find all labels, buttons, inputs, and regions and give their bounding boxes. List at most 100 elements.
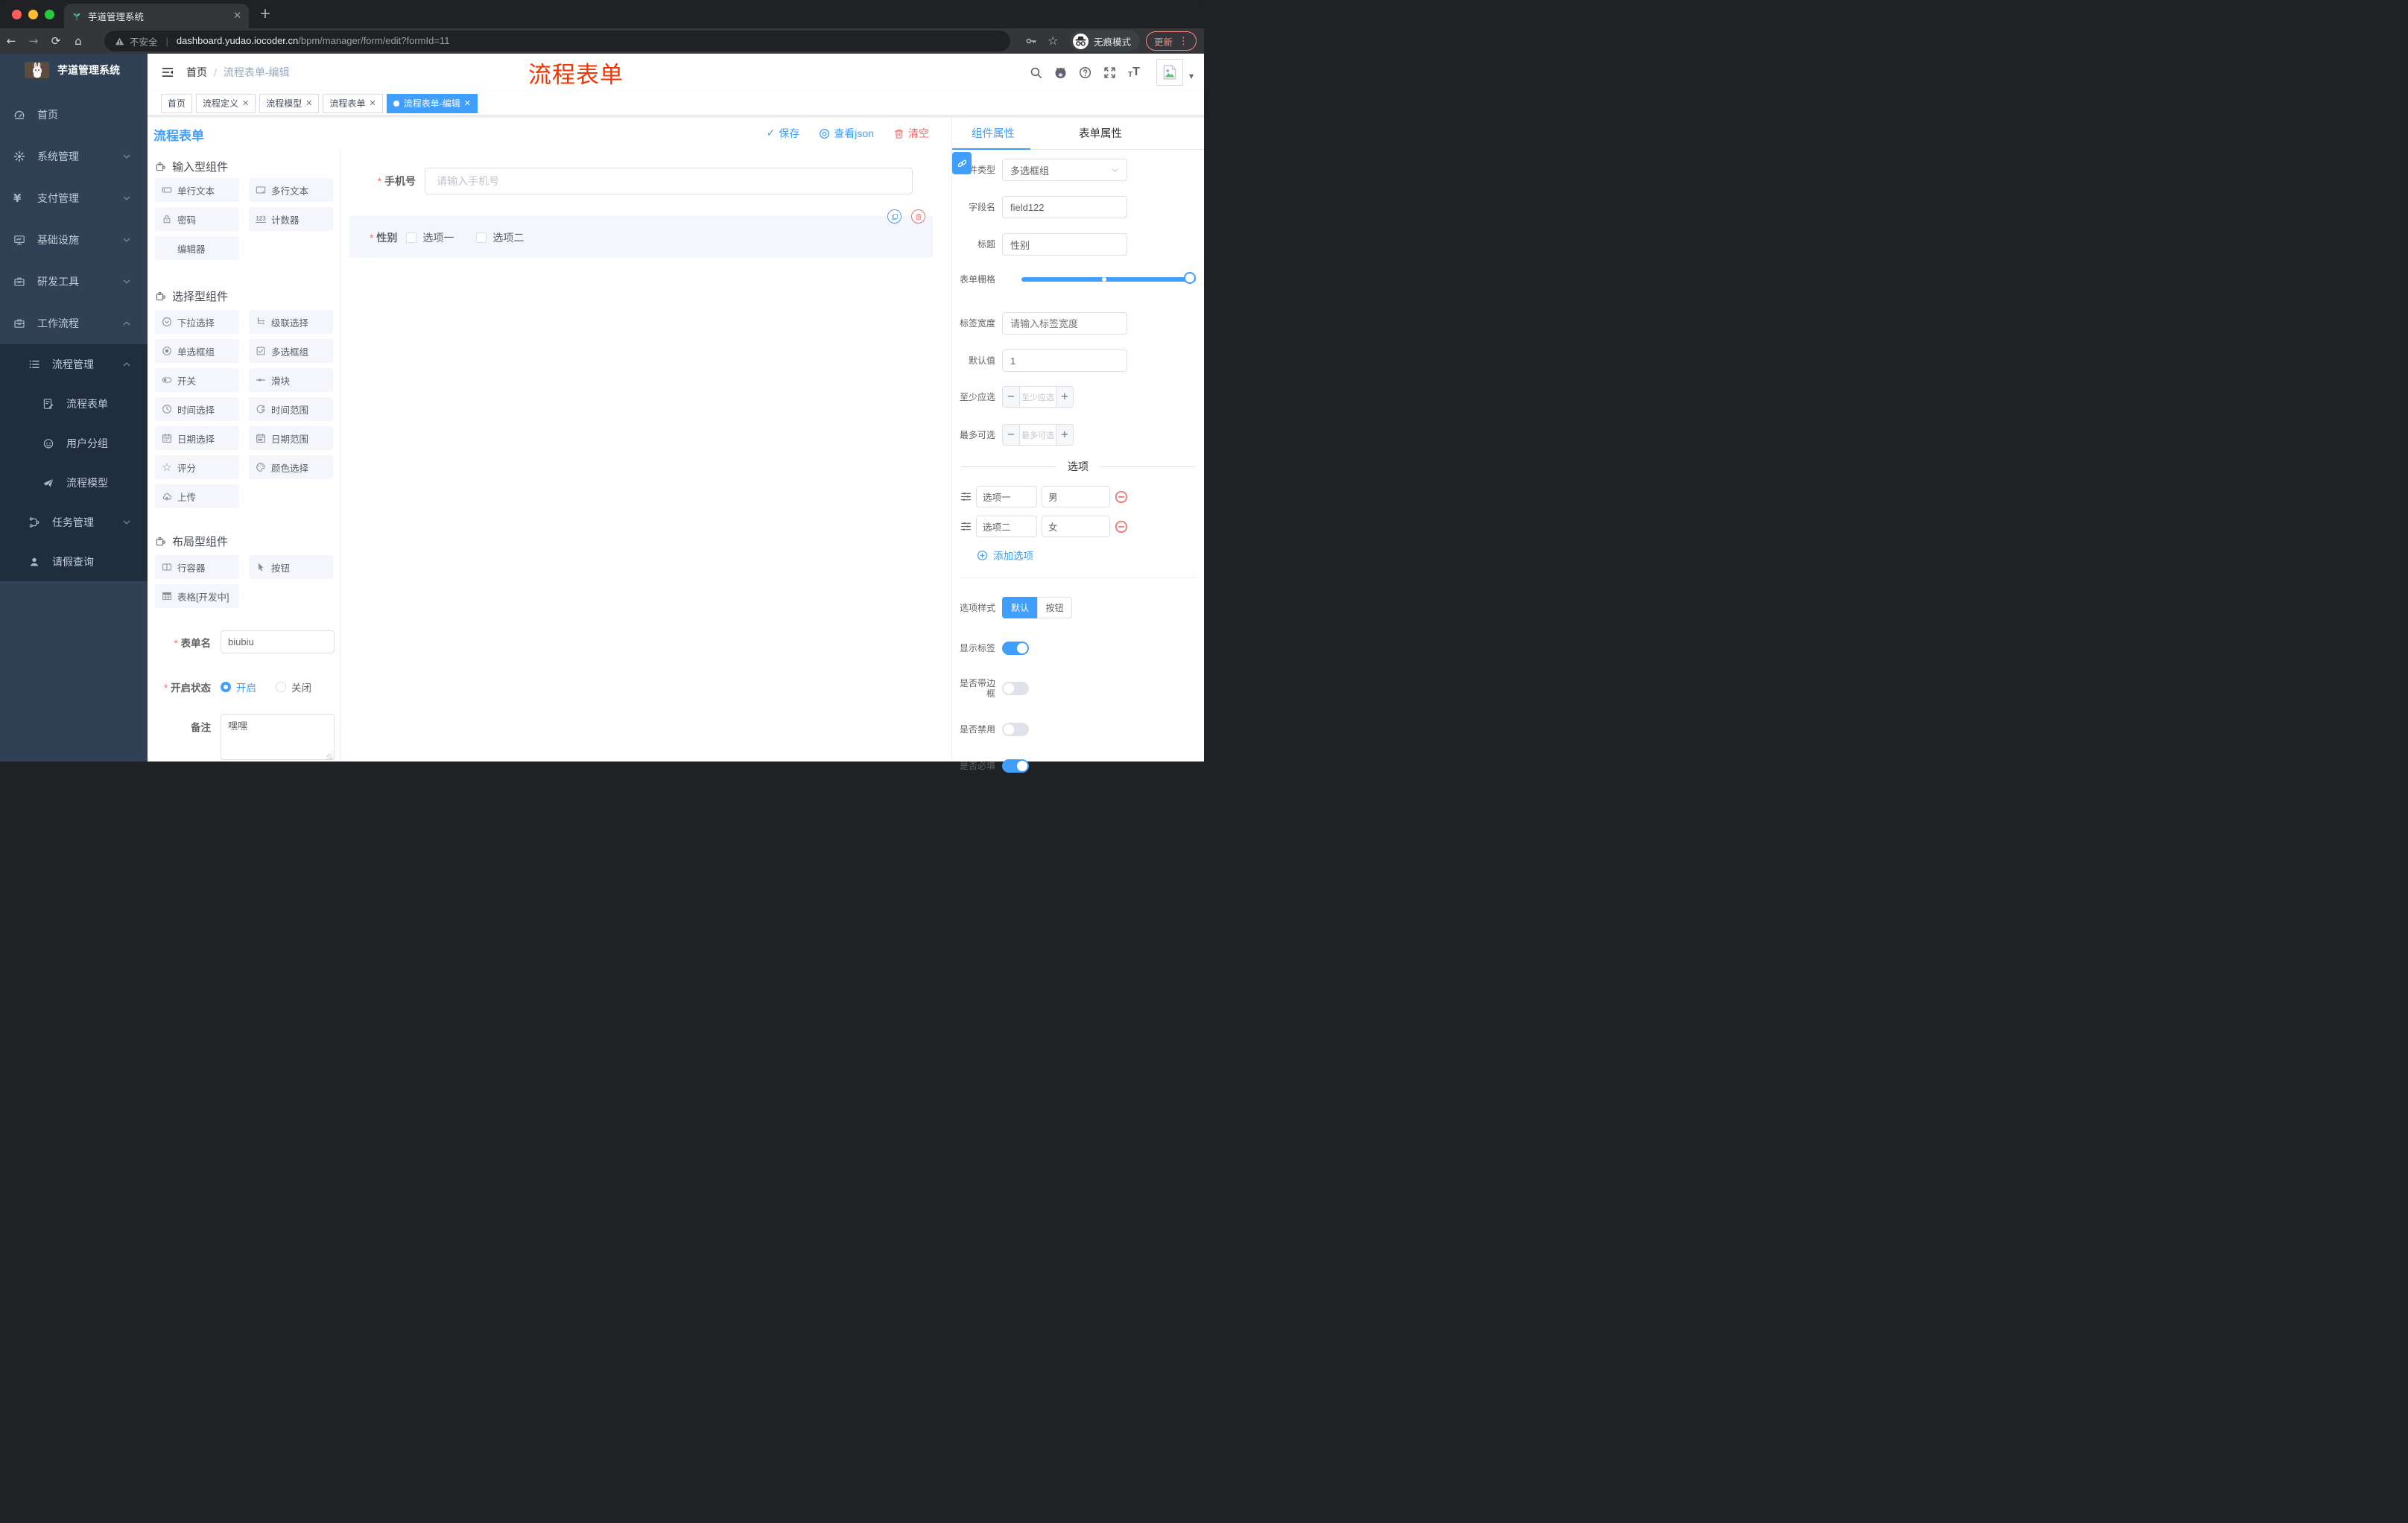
hamburger-icon[interactable]: [161, 66, 174, 78]
tag-close-icon[interactable]: ✕: [242, 99, 249, 107]
component-item[interactable]: 开关: [155, 368, 239, 392]
gender-option-1[interactable]: 选项一: [406, 230, 454, 245]
delete-widget-button[interactable]: [911, 209, 925, 224]
sidebar-item[interactable]: 首页: [0, 94, 148, 136]
sidebar-item[interactable]: 请假查询: [0, 542, 148, 581]
tab-tag[interactable]: 流程表单-编辑 ✕: [386, 93, 478, 113]
component-item[interactable]: 时间范围: [249, 397, 333, 421]
stepper-minus-button[interactable]: −: [1003, 425, 1020, 445]
toggle-switch[interactable]: [1002, 682, 1029, 695]
form-grid-slider[interactable]: [1021, 270, 1196, 288]
slider-handle[interactable]: [1184, 272, 1196, 284]
form-remark-textarea[interactable]: [221, 714, 335, 760]
checkbox-icon[interactable]: [406, 232, 417, 243]
reload-icon[interactable]: ⟳: [45, 35, 67, 47]
component-item[interactable]: 多行文本: [249, 178, 333, 202]
component-item[interactable]: 级联选择: [249, 310, 333, 334]
save-button[interactable]: ✓ 保存: [767, 126, 800, 141]
sidebar-item[interactable]: 工作流程: [0, 303, 148, 344]
phone-field-input[interactable]: [425, 168, 913, 194]
avatar-caret-down-icon[interactable]: ▾: [1189, 72, 1194, 80]
option-value-input[interactable]: [1042, 486, 1110, 507]
browser-tab[interactable]: 芋道管理系统 ✕: [64, 4, 249, 28]
component-item[interactable]: 编辑器: [155, 236, 239, 260]
status-radio-on[interactable]: 开启: [221, 680, 256, 694]
traffic-close-button[interactable]: [12, 10, 22, 19]
sidebar-item[interactable]: 流程模型: [0, 463, 148, 502]
toggle-switch[interactable]: [1002, 759, 1029, 773]
component-item[interactable]: 表格[开发中]: [155, 584, 239, 608]
component-item[interactable]: 下拉选择: [155, 310, 239, 334]
component-item[interactable]: 时间选择: [155, 397, 239, 421]
component-type-select[interactable]: 多选框组: [1002, 159, 1127, 181]
search-icon[interactable]: [1030, 66, 1042, 79]
checkbox-icon[interactable]: [476, 232, 487, 243]
component-item[interactable]: 上传: [155, 484, 239, 508]
traffic-zoom-button[interactable]: [45, 10, 54, 19]
bookmark-star-icon[interactable]: ☆: [1048, 35, 1059, 47]
sidebar-logo[interactable]: 芋道管理系统: [0, 54, 148, 86]
add-option-button[interactable]: 添加选项: [952, 548, 1204, 562]
form-name-input[interactable]: [221, 630, 335, 653]
copy-widget-button[interactable]: [887, 209, 902, 224]
component-item[interactable]: 滑块: [249, 368, 333, 392]
view-json-button[interactable]: 查看json: [819, 126, 874, 141]
sidebar-item[interactable]: 流程表单: [0, 384, 148, 423]
sidebar-item[interactable]: 用户分组: [0, 423, 148, 463]
default-value-input[interactable]: [1002, 349, 1127, 372]
component-item[interactable]: 按钮: [249, 555, 333, 579]
option-label-input[interactable]: [976, 486, 1037, 507]
component-item[interactable]: 日期选择: [155, 426, 239, 450]
option-label-input[interactable]: [976, 516, 1037, 537]
tag-close-icon[interactable]: ✕: [464, 99, 471, 107]
sidebar-item[interactable]: 流程管理: [0, 344, 148, 384]
component-item[interactable]: 日期范围: [249, 426, 333, 450]
traffic-minimize-button[interactable]: [28, 10, 38, 19]
sidebar-item[interactable]: 基础设施: [0, 219, 148, 261]
status-radio-off[interactable]: 关闭: [276, 680, 311, 694]
sidebar-item[interactable]: 任务管理: [0, 502, 148, 542]
key-icon[interactable]: [1025, 35, 1037, 47]
help-icon[interactable]: [1079, 66, 1091, 79]
component-item[interactable]: 单行文本: [155, 178, 239, 202]
new-tab-button[interactable]: +: [259, 7, 271, 21]
breadcrumb-home[interactable]: 首页: [186, 65, 207, 80]
clear-button[interactable]: 清空: [893, 126, 929, 141]
sidebar-item[interactable]: ¥ 支付管理: [0, 177, 148, 219]
label-width-input[interactable]: [1002, 312, 1127, 335]
forward-icon[interactable]: →: [22, 35, 45, 47]
component-item[interactable]: 颜色选择: [249, 455, 333, 479]
github-icon[interactable]: [1054, 66, 1067, 79]
user-avatar[interactable]: [1156, 59, 1183, 86]
gender-checkbox-widget[interactable]: 性别 选项一 选项二: [349, 209, 933, 258]
stepper-minus-button[interactable]: −: [1003, 387, 1020, 407]
tab-tag[interactable]: 流程模型 ✕: [259, 93, 320, 113]
tab-component-props[interactable]: 组件属性: [972, 125, 1015, 141]
tab-close-icon[interactable]: ✕: [233, 11, 241, 21]
gender-option-2[interactable]: 选项二: [476, 230, 524, 245]
style-button-button[interactable]: 按钮: [1037, 597, 1072, 618]
component-item[interactable]: 单选框组: [155, 339, 239, 363]
update-button[interactable]: 更新 ⋮: [1145, 31, 1197, 51]
drag-handle-icon[interactable]: [960, 491, 972, 502]
tab-tag[interactable]: 首页: [161, 93, 193, 113]
component-item[interactable]: 多选框组: [249, 339, 333, 363]
drag-handle-icon[interactable]: [960, 521, 972, 532]
address-bar[interactable]: 不安全 | dashboard.yudao.iocoder.cn/bpm/man…: [104, 31, 1010, 51]
component-item[interactable]: ☆ 评分: [155, 455, 239, 479]
home-icon[interactable]: ⌂: [67, 35, 89, 47]
tab-tag[interactable]: 流程表单 ✕: [323, 93, 383, 113]
phone-field-widget[interactable]: 手机号: [340, 168, 951, 194]
style-default-button[interactable]: 默认: [1002, 597, 1037, 618]
font-size-icon[interactable]: TT: [1128, 66, 1144, 79]
remove-option-icon[interactable]: [1115, 490, 1128, 504]
option-value-input[interactable]: [1042, 516, 1110, 537]
field-name-input[interactable]: [1002, 196, 1127, 218]
stepper-plus-button[interactable]: +: [1056, 387, 1073, 407]
sidebar-item[interactable]: 系统管理: [0, 136, 148, 177]
tab-tag[interactable]: 流程定义 ✕: [196, 93, 256, 113]
toggle-switch[interactable]: [1002, 642, 1029, 655]
component-item[interactable]: 行容器: [155, 555, 239, 579]
tab-form-props[interactable]: 表单属性: [1079, 125, 1122, 141]
stepper-plus-button[interactable]: +: [1056, 425, 1073, 445]
